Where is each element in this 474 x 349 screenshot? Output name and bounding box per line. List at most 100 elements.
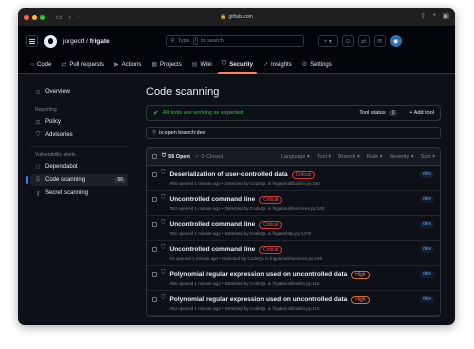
- severity-badge: Critical: [259, 220, 283, 229]
- check-circle-icon: ✔: [153, 110, 159, 117]
- add-tool-button[interactable]: + Add tool: [409, 110, 434, 116]
- alert-body: Uncontrolled command line Critical #53 ope…: [170, 195, 435, 215]
- alert-row[interactable]: ⛉ Polynomial regular expression used on u…: [147, 291, 440, 316]
- open-count-label: 56 Open: [168, 153, 190, 160]
- alert-meta: #54 opened 1 minute ago • Detected by Co…: [169, 306, 320, 311]
- shield-icon: ⛉: [162, 153, 167, 159]
- filter-dropdown[interactable]: Tool ▾: [317, 154, 331, 160]
- tab-security[interactable]: ⛉ Security: [217, 61, 258, 74]
- alert-checkbox[interactable]: [152, 297, 157, 302]
- alert-title-line: Uncontrolled command line Critical: [170, 245, 435, 254]
- alert-row[interactable]: ⛉ Polynomial regular expression used on u…: [147, 266, 440, 291]
- filter-dropdown[interactable]: Severity ▾: [389, 154, 413, 160]
- shield-icon: ⛉: [161, 245, 166, 251]
- close-window-dot[interactable]: [24, 14, 29, 20]
- browser-window: ▭ ‹ › 🔒 github.com ⇧ + ▣ jorgectf / frig…: [18, 8, 455, 325]
- sidebar-item-dependabot[interactable]: ⚇ Dependabot: [30, 161, 128, 173]
- sidebar-heading-vulnerability: Vulnerability alerts: [35, 152, 76, 158]
- branch-label[interactable]: dev: [419, 196, 434, 203]
- alert-title-line: Polynomial regular expression used on un…: [170, 295, 435, 304]
- sidebar-item-code-scanning[interactable]: ⌸ Code scanning 56: [26, 174, 128, 186]
- shield-icon: ⛉: [161, 270, 166, 276]
- avatar[interactable]: ◉: [389, 35, 402, 47]
- breadcrumb-separator: /: [86, 37, 88, 45]
- alert-row[interactable]: ⛉ Deserialization of user-controlled data…: [147, 166, 440, 191]
- alert-checkbox[interactable]: [152, 197, 157, 202]
- share-icon[interactable]: ⇧: [420, 12, 426, 20]
- alert-checkbox[interactable]: [152, 247, 157, 252]
- select-all-checkbox[interactable]: [152, 154, 157, 159]
- tab-code[interactable]: ‹› Code: [26, 62, 55, 73]
- browser-chrome: ▭ ‹ › 🔒 github.com ⇧ + ▣: [18, 8, 455, 26]
- zoom-window-dot[interactable]: [40, 14, 45, 20]
- tab-pull-requests[interactable]: ⇄ Pull requests: [57, 61, 108, 73]
- alert-body: Polynomial regular expression used on un…: [170, 270, 435, 290]
- create-new-button[interactable]: + ▾: [317, 35, 338, 47]
- tab-projects[interactable]: ▦ Projects: [147, 61, 185, 73]
- sidebar-item-secret-scanning[interactable]: ⚷ Secret scanning: [30, 187, 128, 199]
- alert-meta: #3 opened 1 minute ago • Detected by Cod…: [169, 256, 323, 261]
- alert-title-link[interactable]: Deserialization of user-controlled data: [170, 171, 288, 178]
- repo-name-link[interactable]: frigate: [90, 38, 110, 45]
- inbox-icon[interactable]: ✉: [373, 35, 386, 47]
- alert-title-link[interactable]: Polynomial regular expression used on un…: [170, 271, 348, 278]
- shield-icon: ⛉: [161, 195, 166, 201]
- filter-dropdown[interactable]: Rule ▾: [367, 154, 383, 160]
- security-sidebar: ⊙ Overview Reporting ⚖ Policy ⛉ Advisori…: [18, 74, 136, 317]
- alert-checkbox[interactable]: [152, 222, 157, 227]
- github-logo-icon[interactable]: [44, 34, 57, 48]
- alert-row[interactable]: ⛉ Uncontrolled command line Critical #53 op…: [147, 191, 440, 216]
- alert-title-link[interactable]: Uncontrolled command line: [170, 196, 256, 203]
- tab-actions[interactable]: ▶ Actions: [110, 61, 145, 73]
- sidebar-item-policy[interactable]: ⚖ Policy: [30, 116, 128, 128]
- open-alerts-tab[interactable]: ⛉ 56 Open: [162, 153, 190, 160]
- branch-label[interactable]: dev: [419, 221, 434, 228]
- new-tab-icon[interactable]: +: [432, 12, 436, 20]
- closed-alerts-tab[interactable]: ✓ 0 Closed: [195, 154, 223, 160]
- sidebar-item-label: Secret scanning: [45, 190, 89, 196]
- tool-status-button[interactable]: Tool status 1: [359, 110, 398, 116]
- minimize-window-dot[interactable]: [32, 14, 37, 20]
- address-bar[interactable]: 🔒 github.com: [177, 12, 297, 22]
- branch-label[interactable]: dev: [419, 271, 434, 278]
- alert-title-line: Deserialization of user-controlled data C…: [170, 170, 435, 179]
- sidebar-item-advisories[interactable]: ⛉ Advisories: [30, 129, 128, 141]
- tab-wiki[interactable]: ▤ Wiki: [188, 61, 216, 73]
- shield-icon: ⛉: [161, 220, 166, 226]
- alert-title-link[interactable]: Uncontrolled command line: [170, 246, 256, 253]
- sidebar-item-label: Overview: [45, 89, 71, 95]
- sidebar-item-overview[interactable]: ⊙ Overview: [30, 86, 128, 98]
- insights-icon: ↗: [262, 62, 268, 68]
- issues-icon[interactable]: ⊙: [341, 35, 354, 47]
- filter-dropdown[interactable]: Branch ▾: [338, 154, 360, 160]
- tab-label: Security: [229, 61, 253, 68]
- sidebar-toggle-icon[interactable]: ▭: [56, 13, 63, 21]
- alert-title-link[interactable]: Uncontrolled command line: [170, 221, 256, 228]
- alert-body: Uncontrolled command line Critical #3 open…: [170, 245, 435, 265]
- tab-settings[interactable]: ⚙ Settings: [298, 61, 336, 73]
- filter-dropdown[interactable]: Language ▾: [281, 154, 310, 160]
- alert-row[interactable]: ⛉ Uncontrolled command line Critical #3 ope…: [147, 241, 440, 266]
- branch-label[interactable]: dev: [419, 246, 434, 253]
- lock-icon: 🔒: [220, 14, 227, 20]
- banner-text: All tools are working as expected: [162, 110, 244, 116]
- tab-insights[interactable]: ↗ Insights: [259, 61, 296, 73]
- search-input[interactable]: ⚲ Type / to search: [165, 35, 304, 47]
- tab-label: Pull requests: [69, 61, 105, 68]
- forward-arrow-icon[interactable]: ›: [77, 14, 79, 21]
- alert-title-link[interactable]: Polynomial regular expression used on un…: [170, 296, 348, 303]
- filter-dropdown[interactable]: Sort ▾: [421, 154, 435, 160]
- repo-owner-link[interactable]: jorgectf: [63, 38, 84, 45]
- alert-checkbox[interactable]: [152, 272, 157, 277]
- branch-label[interactable]: dev: [419, 296, 434, 303]
- alert-checkbox[interactable]: [152, 172, 157, 177]
- pull-requests-icon[interactable]: ⇄: [357, 35, 370, 47]
- tool-count-badge: 1: [388, 110, 398, 116]
- branch-label[interactable]: dev: [419, 171, 434, 178]
- menu-icon[interactable]: [26, 35, 38, 47]
- tabs-overview-icon[interactable]: ▣: [442, 12, 449, 20]
- alert-row[interactable]: ⛉ Uncontrolled command line Critical #52 op…: [147, 216, 440, 241]
- back-arrow-icon[interactable]: ‹: [69, 14, 71, 21]
- tab-label: Projects: [160, 61, 182, 68]
- alerts-filter-input[interactable]: ⚲ is:open branch:dev: [146, 127, 441, 139]
